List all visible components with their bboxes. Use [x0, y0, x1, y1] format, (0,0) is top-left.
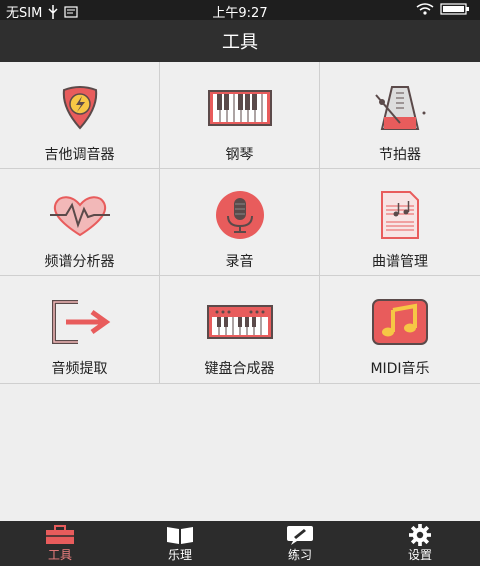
sheet-music-icon [381, 191, 419, 239]
tool-sheet-manager[interactable]: 曲谱管理 [320, 169, 480, 276]
tool-label: 钢琴 [225, 147, 254, 163]
title-bar: 工具 [0, 20, 480, 62]
tool-metronome[interactable]: 节拍器 [320, 62, 480, 169]
tab-label: 乐理 [167, 548, 192, 562]
tool-piano[interactable]: 钢琴 [160, 62, 320, 169]
microphone-icon [215, 191, 264, 239]
guitar-pick-icon [62, 86, 97, 130]
metronome-icon [375, 86, 426, 130]
tool-label: 吉他调音器 [44, 147, 115, 163]
tool-guitar-tuner[interactable]: 吉他调音器 [0, 62, 160, 169]
tool-label: 节拍器 [379, 147, 421, 163]
tab-label: 工具 [47, 548, 72, 562]
tool-midi-music[interactable]: MIDI音乐 [320, 276, 480, 383]
tool-label: MIDI音乐 [370, 361, 430, 377]
practice-icon [287, 526, 313, 545]
bottom-tab-bar: 工具 乐理 练习 设置 [0, 521, 480, 566]
tool-recorder[interactable]: 录音 [160, 169, 320, 276]
synth-keyboard-icon [206, 305, 273, 339]
tab-tools[interactable]: 工具 [0, 521, 120, 566]
heart-wave-icon [49, 196, 110, 237]
piano-keys-icon [207, 90, 272, 126]
tab-practice[interactable]: 练习 [240, 521, 360, 566]
toolbox-icon [46, 525, 74, 544]
tool-label: 录音 [225, 254, 254, 270]
tab-settings[interactable]: 设置 [360, 521, 480, 566]
wifi-icon [416, 3, 434, 15]
tool-keyboard-synth[interactable]: 键盘合成器 [160, 276, 320, 383]
page-title: 工具 [222, 32, 258, 53]
status-time: 上午9:27 [212, 6, 268, 21]
midi-note-icon [372, 299, 428, 345]
tool-label: 频谱分析器 [44, 254, 115, 270]
tool-label: 曲谱管理 [372, 254, 428, 270]
extract-arrow-icon [51, 300, 110, 344]
tool-spectrum-analyzer[interactable]: 频谱分析器 [0, 169, 160, 276]
tool-label: 音频提取 [51, 361, 108, 377]
status-bar: 无SIM 上午9:27 [0, 0, 480, 21]
gear-icon [409, 524, 431, 546]
tab-music-theory[interactable]: 乐理 [120, 521, 240, 566]
tool-audio-extract[interactable]: 音频提取 [0, 276, 160, 383]
tool-label: 键盘合成器 [204, 361, 275, 377]
tools-grid: 吉他调音器 钢琴 节拍器 频谱分析器 录音 曲谱管理 音频提取 键盘合成器 MI… [0, 62, 480, 384]
tab-label: 练习 [287, 548, 312, 562]
tab-label: 设置 [407, 548, 432, 562]
book-icon [167, 527, 193, 544]
battery-icon [440, 3, 469, 15]
